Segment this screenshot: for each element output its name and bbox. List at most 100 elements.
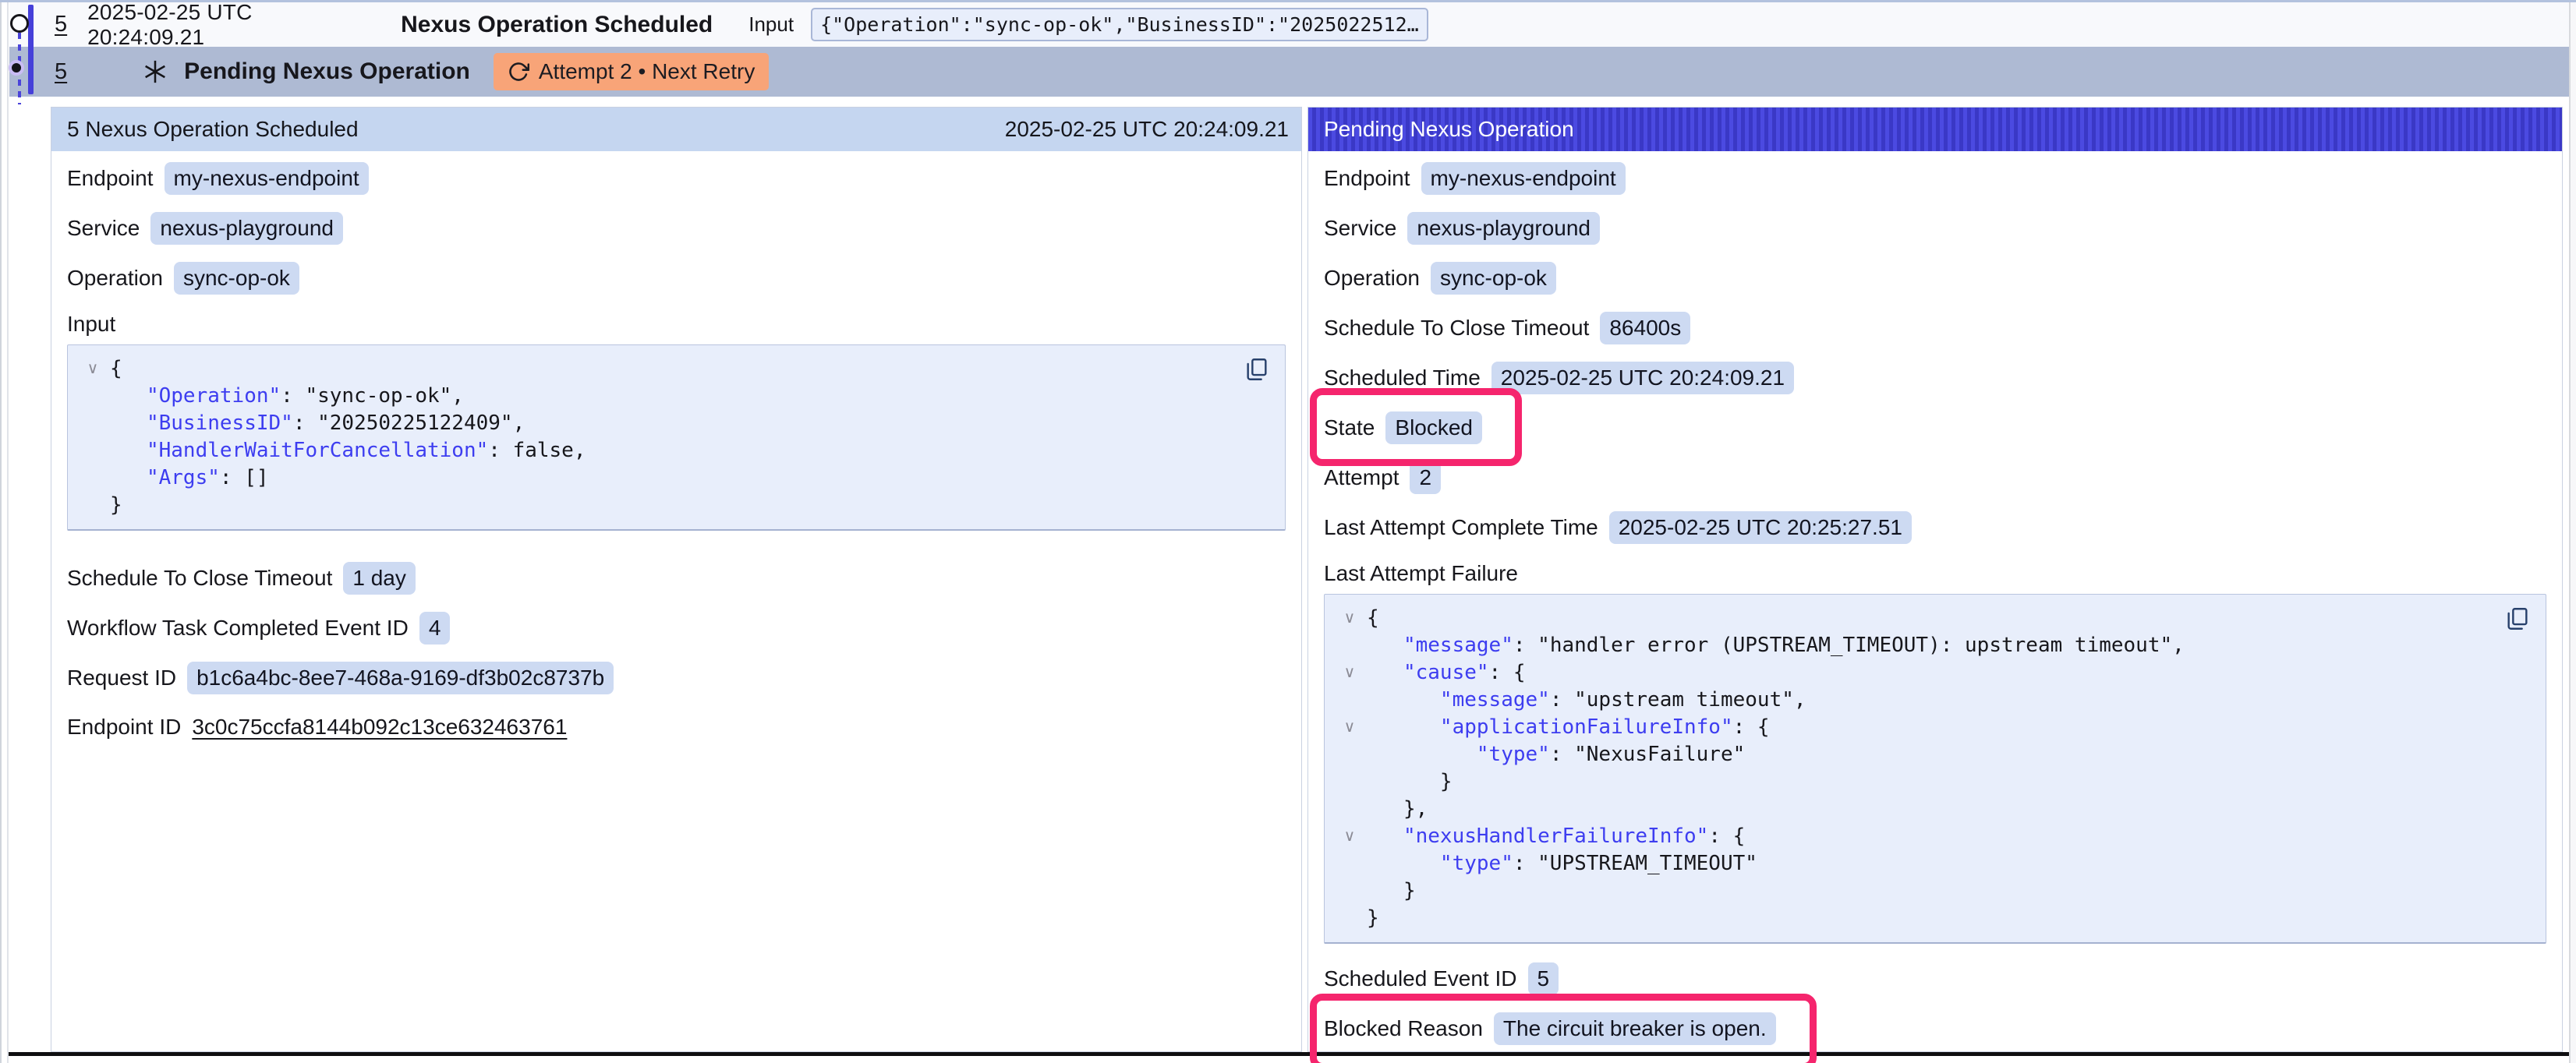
left-panel-body: Endpoint my-nexus-endpoint Service nexus… (51, 151, 1301, 743)
pending-event-title: Pending Nexus Operation (184, 58, 470, 85)
field-row-scheduled-time: Scheduled Time 2025-02-25 UTC 20:24:09.2… (1324, 362, 2546, 394)
field-label: Blocked Reason (1324, 1016, 1483, 1041)
event-id-value-badge: 4 (419, 612, 451, 645)
service-value-badge: nexus-playground (1407, 212, 1600, 245)
timeout-value-badge: 86400s (1600, 312, 1690, 344)
json-line: "nexusHandlerFailureInfo": { (1367, 823, 1745, 850)
retry-icon (508, 61, 529, 83)
json-gutter (76, 410, 110, 437)
json-gutter (76, 383, 110, 410)
field-row-schedule-to-close-timeout: Schedule To Close Timeout 1 day (67, 562, 1286, 595)
field-row-workflow-task-completed-event-id: Workflow Task Completed Event ID 4 (67, 612, 1286, 645)
event-input-label: Input (748, 12, 794, 37)
field-row-blocked-reason: Blocked Reason The circuit breaker is op… (1324, 1012, 2546, 1045)
field-label: Schedule To Close Timeout (1324, 316, 1589, 341)
timeline-gutter (2, 0, 9, 1063)
json-line: "Args": [] (110, 464, 269, 492)
field-row-scheduled-event-id: Scheduled Event ID 5 (1324, 962, 2546, 995)
field-row-endpoint: Endpoint my-nexus-endpoint (1324, 162, 2546, 195)
field-label: Operation (1324, 266, 1420, 291)
field-row-service: Service nexus-playground (67, 212, 1286, 245)
temporal-event-history-screen: 5 2025-02-25 UTC 20:24:09.21 Nexus Opera… (0, 0, 2576, 1063)
state-value-badge: Blocked (1385, 411, 1482, 444)
json-line: } (1367, 878, 1416, 905)
json-gutter (76, 492, 110, 519)
field-label: Endpoint (67, 166, 154, 191)
json-line: } (1367, 905, 1379, 932)
pending-nexus-operation-panel: Pending Nexus Operation Endpoint my-nexu… (1307, 107, 2563, 1052)
field-row-request-id: Request ID b1c6a4bc-8ee7-468a-9169-df3b0… (67, 662, 1286, 694)
json-gutter (1332, 878, 1367, 905)
json-line: } (1367, 768, 1453, 796)
attempt-value-badge: 2 (1410, 461, 1441, 494)
json-gutter (1332, 741, 1367, 768)
collapse-chevron-icon[interactable]: ∨ (1332, 823, 1367, 850)
nexus-operation-scheduled-panel: 5 Nexus Operation Scheduled 2025-02-25 U… (51, 107, 1302, 1052)
attempt-retry-badge: Attempt 2 • Next Retry (494, 53, 769, 90)
field-label: State (1324, 415, 1375, 440)
right-panel-body: Endpoint my-nexus-endpoint Service nexus… (1308, 151, 2562, 1045)
json-line: { (1367, 605, 1379, 632)
scheduled-event-id-value-badge: 5 (1528, 962, 1559, 995)
json-line: { (110, 355, 122, 383)
field-label: Operation (67, 266, 163, 291)
event-time: 2025-02-25 UTC 20:24:09.21 (87, 0, 352, 50)
json-line: "Operation": "sync-op-ok", (110, 383, 464, 410)
json-line: "type": "NexusFailure" (1367, 741, 1745, 768)
json-line: "message": "handler error (UPSTREAM_TIME… (1367, 632, 2185, 659)
field-row-endpoint: Endpoint my-nexus-endpoint (67, 162, 1286, 195)
field-row-operation: Operation sync-op-ok (67, 262, 1286, 295)
pending-event-id-link[interactable]: 5 (55, 59, 67, 85)
copy-icon[interactable] (2503, 606, 2532, 634)
json-gutter (1332, 768, 1367, 796)
right-panel-header: Pending Nexus Operation (1308, 108, 2562, 151)
service-value-badge: nexus-playground (150, 212, 343, 245)
json-line: "message": "upstream timeout", (1367, 687, 1806, 714)
failure-json-viewer: ∨{ "message": "handler error (UPSTREAM_T… (1324, 594, 2546, 944)
field-label: Service (1324, 216, 1396, 241)
endpoint-id-link[interactable]: 3c0c75ccfa8144b092c13ce632463761 (192, 715, 567, 740)
endpoint-value-badge: my-nexus-endpoint (1421, 162, 1626, 195)
scheduled-time-value-badge: 2025-02-25 UTC 20:24:09.21 (1491, 362, 1794, 394)
input-section-label: Input (67, 312, 1286, 337)
collapse-chevron-icon[interactable]: ∨ (1332, 605, 1367, 632)
field-row-operation: Operation sync-op-ok (1324, 262, 2546, 295)
field-label: Endpoint ID (67, 715, 181, 740)
left-panel-header: 5 Nexus Operation Scheduled 2025-02-25 U… (51, 108, 1301, 151)
field-label: Service (67, 216, 140, 241)
collapse-chevron-icon[interactable]: ∨ (76, 355, 110, 383)
timeline-active-bar (28, 5, 34, 94)
json-gutter (1332, 796, 1367, 823)
event-row-nexus-operation-scheduled[interactable]: 5 2025-02-25 UTC 20:24:09.21 Nexus Opera… (9, 2, 2569, 47)
json-gutter (1332, 850, 1367, 878)
event-title: Nexus Operation Scheduled (401, 12, 713, 38)
json-gutter (1332, 905, 1367, 932)
event-input-preview-chip[interactable]: {"Operation":"sync-op-ok","BusinessID":"… (811, 8, 1428, 41)
field-label: Attempt (1324, 465, 1399, 490)
operation-value-badge: sync-op-ok (1431, 262, 1556, 295)
json-line: "applicationFailureInfo": { (1367, 714, 1770, 741)
input-json-viewer: ∨{ "Operation": "sync-op-ok", "BusinessI… (67, 344, 1286, 531)
left-panel-title: 5 Nexus Operation Scheduled (67, 117, 359, 142)
scrollbar-track-border (2569, 0, 2571, 1063)
bottom-separator (9, 1052, 2571, 1056)
collapse-chevron-icon[interactable]: ∨ (1332, 659, 1367, 687)
blocked-reason-value-badge: The circuit breaker is open. (1494, 1012, 1776, 1045)
json-line: "BusinessID": "20250225122409", (110, 410, 525, 437)
collapse-chevron-icon[interactable]: ∨ (1332, 714, 1367, 741)
event-id-link[interactable]: 5 (55, 12, 67, 37)
field-row-endpoint-id: Endpoint ID 3c0c75ccfa8144b092c13ce63246… (67, 712, 1286, 743)
timeline-open-circle-icon[interactable] (10, 14, 29, 33)
event-row-pending-nexus-operation[interactable]: 5 Pending Nexus Operation Attempt 2 • Ne… (9, 47, 2569, 97)
field-label: Workflow Task Completed Event ID (67, 616, 409, 641)
copy-icon[interactable] (1243, 356, 1271, 384)
scrollbar-track[interactable] (2571, 0, 2576, 1063)
timeline-filled-circle-icon[interactable] (9, 60, 24, 76)
field-label: Scheduled Time (1324, 366, 1481, 390)
json-gutter (76, 437, 110, 464)
json-gutter (1332, 687, 1367, 714)
field-label: Scheduled Event ID (1324, 966, 1517, 991)
field-row-service: Service nexus-playground (1324, 212, 2546, 245)
operation-value-badge: sync-op-ok (174, 262, 299, 295)
field-label: Last Attempt Complete Time (1324, 515, 1598, 540)
